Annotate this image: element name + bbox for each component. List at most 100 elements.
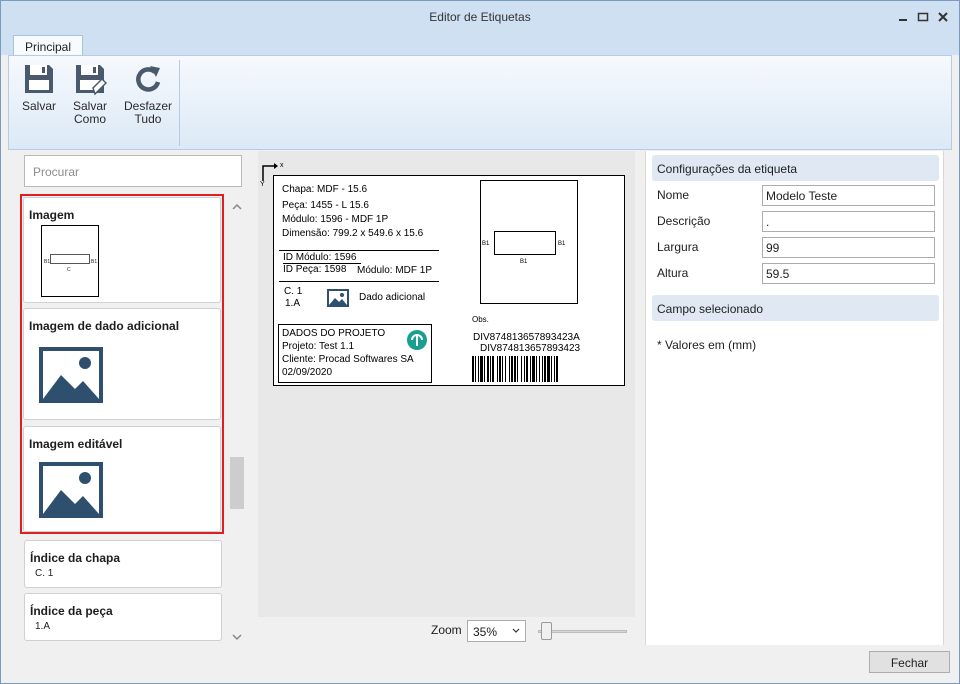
height-label: Altura <box>657 266 689 280</box>
barcode-bar <box>478 356 479 382</box>
barcode-bar <box>539 356 540 382</box>
barcode-bar <box>532 356 535 382</box>
barcode-bar <box>492 356 494 382</box>
section-selected-field: Campo selecionado <box>652 295 939 321</box>
save-as-label-2: Como <box>73 112 106 126</box>
barcode-bar <box>514 356 516 382</box>
save-button[interactable]: Salvar <box>17 62 61 113</box>
floppy-disk-icon <box>22 62 56 96</box>
barcode-bar <box>556 356 558 382</box>
project-client: Cliente: Procad Softwares SA <box>282 354 414 365</box>
barcode-bar <box>499 356 501 382</box>
barcode-bar <box>490 356 491 382</box>
description-field[interactable]: . <box>762 211 935 232</box>
search-input[interactable]: Procurar <box>24 155 242 187</box>
zoom-select[interactable]: 35% <box>467 620 526 642</box>
edge-left-label: B1 <box>482 241 490 247</box>
undo-all-button[interactable]: Desfazer Tudo <box>124 62 172 126</box>
barcode-code-2[interactable]: DIV874813657893423 <box>480 343 580 355</box>
minimize-icon[interactable] <box>896 10 910 24</box>
thumb-bottom-edge: C <box>67 267 71 273</box>
item-title: Imagem editável <box>29 437 123 451</box>
selection-highlight: Imagem B1 B1 C Imagem de dado adicional <box>20 194 224 534</box>
height-field[interactable]: 59.5 <box>762 263 935 284</box>
editor-window: Editor de Etiquetas Principal Salvar Sal… <box>0 0 960 684</box>
picture-icon <box>39 462 103 521</box>
item-title: Índice da chapa <box>30 551 121 565</box>
close-icon[interactable] <box>936 10 950 24</box>
barcode-bar <box>497 356 498 382</box>
item-title: Índice da peça <box>30 604 113 618</box>
barcode-bar <box>517 356 518 382</box>
field-chapa[interactable]: Chapa: MDF - 15.6 <box>282 184 367 196</box>
undo-label-2: Tudo <box>134 112 162 126</box>
close-button[interactable]: Fechar <box>869 651 950 673</box>
zoom-slider-thumb[interactable] <box>541 622 552 640</box>
barcode-bar <box>554 356 555 382</box>
barcode-bar <box>526 356 528 382</box>
barcode-bar <box>530 356 531 382</box>
list-item-imagem-dado-adicional[interactable]: Imagem de dado adicional <box>23 308 221 420</box>
list-scrollbar[interactable] <box>229 195 245 645</box>
window-title: Editor de Etiquetas <box>429 10 531 24</box>
tab-principal[interactable]: Principal <box>13 35 84 56</box>
zoom-value: 35% <box>473 625 498 639</box>
project-info-box[interactable]: DADOS DO PROJETO Projeto: Test 1.1 Clien… <box>278 324 432 383</box>
barcode-bar <box>536 356 537 382</box>
barcode-bar <box>542 356 543 382</box>
list-item-imagem[interactable]: Imagem B1 B1 C <box>23 197 221 303</box>
label-preview[interactable]: Chapa: MDF - 15.6 Peça: 1455 - L 15.6 Mó… <box>273 175 625 386</box>
undo-icon <box>131 62 165 96</box>
list-item-indice-chapa[interactable]: Índice da chapa C. 1 <box>24 540 222 588</box>
chevron-down-icon <box>512 628 520 633</box>
maximize-icon[interactable] <box>916 10 930 24</box>
company-logo-icon <box>406 329 428 354</box>
width-field[interactable]: 99 <box>762 237 935 258</box>
scroll-down-icon[interactable] <box>232 630 242 641</box>
field-peca[interactable]: Peça: 1455 - L 15.6 <box>282 200 369 212</box>
field-dimensao[interactable]: Dimensão: 799.2 x 549.6 x 15.6 <box>282 228 423 240</box>
list-item-indice-peca[interactable]: Índice da peça 1.A <box>24 593 222 641</box>
project-title: DADOS DO PROJETO <box>282 328 386 339</box>
field-dado-adicional[interactable]: Dado adicional <box>359 292 425 304</box>
field-modulo[interactable]: Módulo: 1596 - MDF 1P <box>282 214 388 226</box>
scroll-thumb[interactable] <box>230 457 244 509</box>
piece-rectangle <box>494 231 556 255</box>
divider <box>279 281 439 282</box>
barcode-bar <box>511 356 513 382</box>
project-date: 02/09/2020 <box>282 367 333 378</box>
picture-icon[interactable] <box>327 289 349 310</box>
barcode-bar <box>475 356 476 382</box>
barcode-bar <box>480 356 483 382</box>
width-label: Largura <box>657 240 699 254</box>
axis-y-label: Y <box>260 181 265 188</box>
item-value: 1.A <box>35 621 51 632</box>
scroll-up-icon[interactable] <box>232 200 242 210</box>
label-thumbnail-icon: B1 B1 C <box>41 225 99 297</box>
project-name: Projeto: Test 1.1 <box>282 341 355 352</box>
save-label: Salvar <box>21 99 56 113</box>
element-library-panel: Procurar Imagem B1 B1 C Imagem de dado a… <box>17 151 247 645</box>
barcode-bar <box>524 356 525 382</box>
field-chapa-index[interactable]: C. 1 <box>284 286 302 298</box>
barcode-bar <box>521 356 522 382</box>
barcode-bar <box>547 356 550 382</box>
field-id-peca[interactable]: ID Peça: 1598 <box>283 264 346 276</box>
piece-drawing[interactable]: B1 B1 B1 <box>480 180 578 304</box>
name-label: Nome <box>657 188 690 202</box>
barcode-bar <box>544 356 546 382</box>
section-label-settings: Configurações da etiqueta <box>652 155 939 181</box>
ribbon-tab-strip: Principal <box>1 33 959 56</box>
description-label: Descrição <box>657 214 711 228</box>
field-modulo-short[interactable]: Módulo: MDF 1P <box>357 265 432 277</box>
list-item-imagem-editavel[interactable]: Imagem editável <box>23 426 221 532</box>
name-field[interactable]: Modelo Teste <box>762 185 935 206</box>
save-as-button[interactable]: Salvar Como <box>68 62 112 126</box>
barcode-bar <box>502 356 503 382</box>
field-peca-index[interactable]: 1.A <box>285 298 300 310</box>
barcode[interactable] <box>470 356 598 382</box>
divider <box>279 250 439 251</box>
barcode-bar <box>509 356 510 382</box>
obs-label[interactable]: Obs. <box>472 314 489 326</box>
item-title: Imagem de dado adicional <box>29 319 180 333</box>
